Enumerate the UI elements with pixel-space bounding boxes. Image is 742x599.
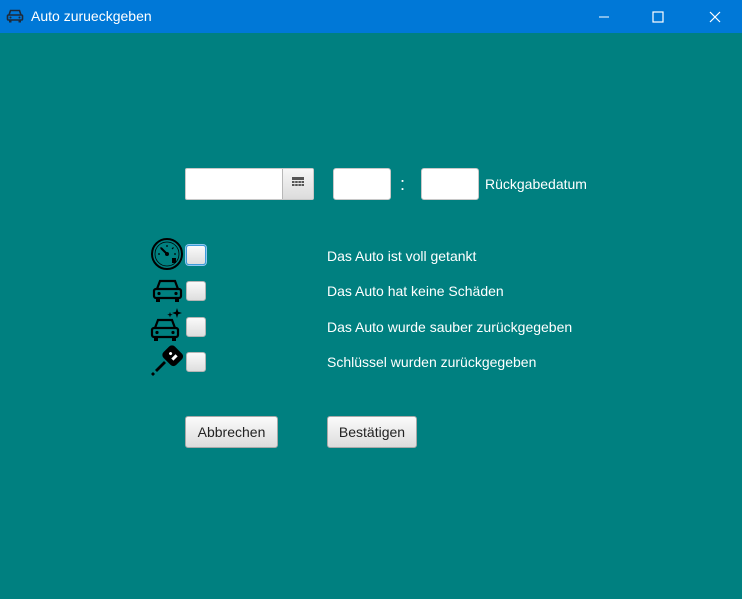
car-icon	[6, 8, 24, 24]
keys-label: Schlüssel wurden zurückgegeben	[327, 354, 537, 370]
minimize-button[interactable]	[581, 0, 627, 33]
clean-car-icon	[150, 307, 186, 343]
fuel-gauge-icon	[150, 237, 186, 273]
confirm-button[interactable]: Bestätigen	[327, 416, 417, 448]
maximize-button[interactable]	[635, 0, 681, 33]
return-date-label: Rückgabedatum	[485, 176, 587, 192]
date-picker[interactable]	[185, 168, 314, 200]
no-damage-label: Das Auto hat keine Schäden	[327, 283, 504, 299]
cancel-button[interactable]: Abbrechen	[185, 416, 278, 448]
calendar-button[interactable]	[282, 169, 313, 199]
time-separator: :	[400, 174, 406, 194]
calendar-icon	[292, 175, 304, 193]
close-icon	[709, 11, 721, 23]
close-button[interactable]	[692, 0, 738, 33]
minimize-icon	[598, 11, 610, 23]
checkbox-no-damage[interactable]	[186, 281, 206, 301]
clean-label: Das Auto wurde sauber zurückgegeben	[327, 319, 573, 335]
window-title: Auto zurueckgeben	[31, 8, 152, 24]
fuel-label: Das Auto ist voll getankt	[327, 248, 477, 264]
title-bar: Auto zurueckgeben	[0, 0, 742, 33]
checkbox-fuel[interactable]	[186, 245, 206, 265]
minute-input[interactable]	[421, 168, 479, 200]
dialog-content	[0, 33, 742, 599]
date-input[interactable]	[186, 169, 283, 199]
car-icon	[150, 273, 186, 309]
maximize-icon	[652, 10, 664, 23]
checkbox-keys[interactable]	[186, 352, 206, 372]
hour-input[interactable]	[333, 168, 391, 200]
checkbox-clean[interactable]	[186, 317, 206, 337]
car-key-icon	[150, 343, 186, 379]
